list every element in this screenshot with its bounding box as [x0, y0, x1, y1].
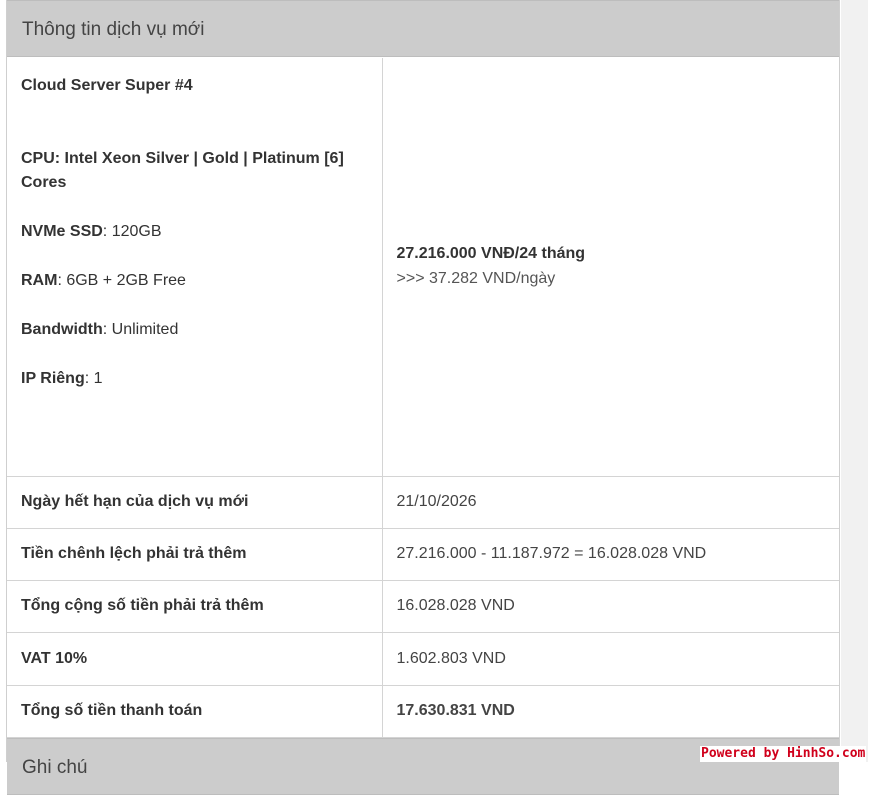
nvme-value: : 120GB [102, 223, 162, 240]
table-row: VAT 10% 1.602.803 VND [7, 632, 839, 686]
row-label-total: Tổng số tiền thanh toán [7, 685, 383, 738]
ip-label: IP Riêng [21, 370, 85, 387]
row-label-difference: Tiền chênh lệch phải trả thêm [7, 528, 383, 581]
ip-value: : 1 [84, 370, 103, 387]
service-ram: RAM: 6GB + 2GB Free [21, 269, 368, 293]
page-scrollbar[interactable] [841, 0, 868, 762]
section-header-new-service: Thông tin dịch vụ mới [7, 0, 839, 57]
nvme-label: NVMe SSD [21, 223, 103, 240]
section-title-notes: Ghi chú [22, 757, 88, 778]
service-name: Cloud Server Super #4 [21, 77, 193, 94]
table-row: Ngày hết hạn của dịch vụ mới 21/10/2026 [7, 476, 839, 529]
service-price: 27.216.000 VNĐ/24 tháng [396, 244, 586, 262]
row-value-total: 17.630.831 VND [382, 685, 839, 738]
row-value-subtotal: 16.028.028 VND [382, 580, 839, 633]
row-value-expiry: 21/10/2026 [382, 476, 839, 529]
service-ip: IP Riêng: 1 [21, 367, 368, 391]
service-info-table: Cloud Server Super #4 CPU: Intel Xeon Si… [7, 58, 839, 738]
watermark-text: Powered by HinhSo.com [700, 746, 867, 762]
service-bandwidth: Bandwidth: Unlimited [21, 318, 368, 342]
ram-label: RAM [21, 272, 58, 289]
table-row: Tổng số tiền thanh toán 17.630.831 VND [7, 685, 839, 738]
bandwidth-value: : Unlimited [102, 321, 179, 338]
ram-value: : 6GB + 2GB Free [57, 272, 186, 289]
row-value-difference: 27.216.000 - 11.187.972 = 16.028.028 VND [382, 528, 839, 581]
row-value-vat: 1.602.803 VND [382, 632, 839, 686]
service-price-per-day: >>> 37.282 VND/ngày [396, 269, 556, 287]
service-spec-row: Cloud Server Super #4 CPU: Intel Xeon Si… [7, 58, 839, 477]
row-label-vat: VAT 10% [7, 632, 383, 686]
service-cpu: CPU: Intel Xeon Silver | Gold | Platinum… [21, 150, 344, 191]
row-label-expiry: Ngày hết hạn của dịch vụ mới [7, 476, 383, 529]
service-spec-cell: Cloud Server Super #4 CPU: Intel Xeon Si… [7, 58, 383, 477]
service-nvme: NVMe SSD: 120GB [21, 220, 368, 244]
service-price-cell: 27.216.000 VNĐ/24 tháng >>> 37.282 VND/n… [382, 58, 839, 477]
section-title: Thông tin dịch vụ mới [22, 19, 205, 40]
bandwidth-label: Bandwidth [21, 321, 103, 338]
table-row: Tổng cộng số tiền phải trả thêm 16.028.0… [7, 580, 839, 633]
table-row: Tiền chênh lệch phải trả thêm 27.216.000… [7, 528, 839, 581]
row-label-subtotal: Tổng cộng số tiền phải trả thêm [7, 580, 383, 633]
